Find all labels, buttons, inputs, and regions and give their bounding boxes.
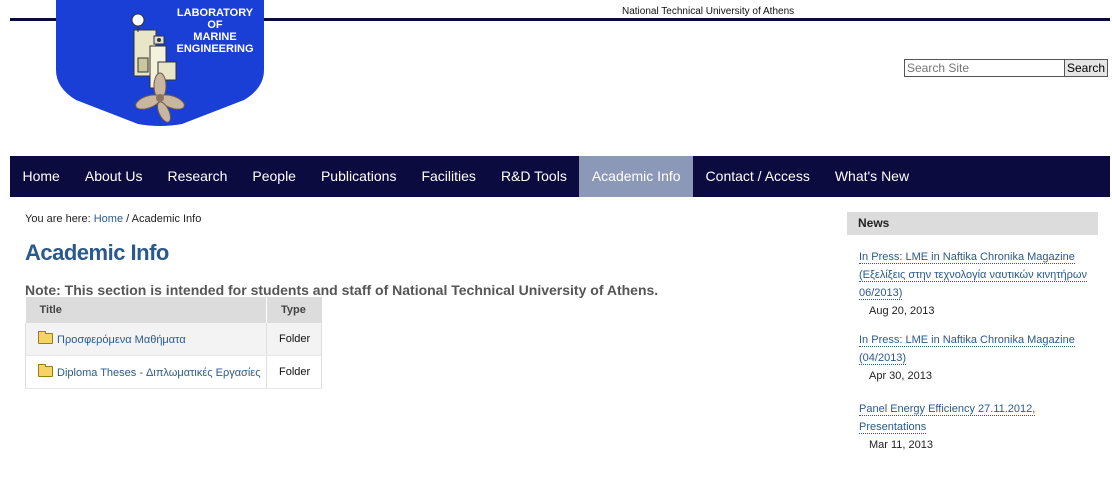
logo-line: ENGINEERING: [176, 43, 254, 55]
news-link[interactable]: In Press: LME in Naftika Chronika Magazi…: [859, 251, 1087, 300]
title-cell: Προσφερόμενα Μαθήματα: [25, 323, 267, 356]
type-cell: Folder: [266, 323, 322, 356]
search-button[interactable]: Search: [1064, 59, 1108, 77]
table-row: Diploma Theses - Διπλωματικές Εργασίες F…: [25, 355, 322, 389]
lab-logo[interactable]: LABORATORY OF MARINE ENGINEERING: [54, 0, 266, 126]
nav-item-whats-new[interactable]: What's New: [822, 156, 921, 197]
table-row: Προσφερόμενα Μαθήματα Folder: [25, 323, 322, 356]
folder-icon: [38, 330, 53, 344]
folder-link[interactable]: Προσφερόμενα Μαθήματα: [57, 334, 186, 346]
breadcrumb-prefix: You are here:: [25, 213, 91, 225]
nav-item-people[interactable]: People: [240, 156, 309, 197]
folder-link[interactable]: Diploma Theses - Διπλωματικές Εργασίες: [57, 367, 261, 379]
nav-item-academic-info[interactable]: Academic Info: [579, 156, 694, 197]
news-item: In Press: LME in Naftika Chronika Magazi…: [859, 247, 1095, 317]
breadcrumb: You are here: Home / Academic Info: [25, 213, 201, 225]
logo-line: LABORATORY: [176, 7, 254, 19]
nav-item-publications[interactable]: Publications: [308, 156, 409, 197]
nav-item-rd-tools[interactable]: R&D Tools: [488, 156, 579, 197]
breadcrumb-home-link[interactable]: Home: [94, 213, 123, 225]
main-nav: Home About Us Research People Publicatio…: [10, 156, 1110, 197]
page-title: Academic Info: [25, 240, 169, 265]
page-note: Note: This section is intended for stude…: [25, 282, 659, 298]
news-item: In Press: LME in Naftika Chronika Magazi…: [859, 330, 1095, 382]
search-input[interactable]: [904, 59, 1068, 77]
breadcrumb-current: Academic Info: [131, 213, 202, 225]
logo-text: LABORATORY OF MARINE ENGINEERING: [160, 7, 270, 55]
logo-line: MARINE: [193, 31, 237, 43]
news-date: Mar 11, 2013: [869, 439, 934, 451]
news-header[interactable]: News: [847, 212, 1098, 235]
news-link[interactable]: In Press: LME in Naftika Chronika Magazi…: [859, 334, 1075, 365]
title-cell: Diploma Theses - Διπλωματικές Εργασίες: [25, 355, 267, 389]
column-header-title[interactable]: Title: [25, 297, 267, 323]
type-cell: Folder: [266, 355, 322, 389]
news-item: Panel Energy Efficiency 27.11.2012, Pres…: [859, 399, 1095, 451]
logo-line: OF: [207, 19, 223, 31]
nav-item-about-us[interactable]: About Us: [72, 156, 155, 197]
breadcrumb-separator: /: [126, 213, 130, 225]
column-header-type[interactable]: Type: [266, 297, 322, 323]
nav-item-facilities[interactable]: Facilities: [409, 156, 488, 197]
news-date: Aug 20, 2013: [869, 305, 935, 317]
news-date: Apr 30, 2013: [869, 370, 932, 382]
nav-item-contact-access[interactable]: Contact / Access: [693, 156, 822, 197]
folder-listing-table: Title Type Προσφερόμενα Μαθήματα Folder …: [25, 297, 322, 389]
news-portlet: News In Press: LME in Naftika Chronika M…: [847, 212, 1098, 451]
nav-item-home[interactable]: Home: [10, 156, 72, 197]
folder-icon: [38, 363, 53, 377]
university-name: National Technical University of Athens: [622, 6, 795, 17]
news-link[interactable]: Panel Energy Efficiency 27.11.2012, Pres…: [859, 403, 1036, 434]
nav-item-research[interactable]: Research: [155, 156, 240, 197]
